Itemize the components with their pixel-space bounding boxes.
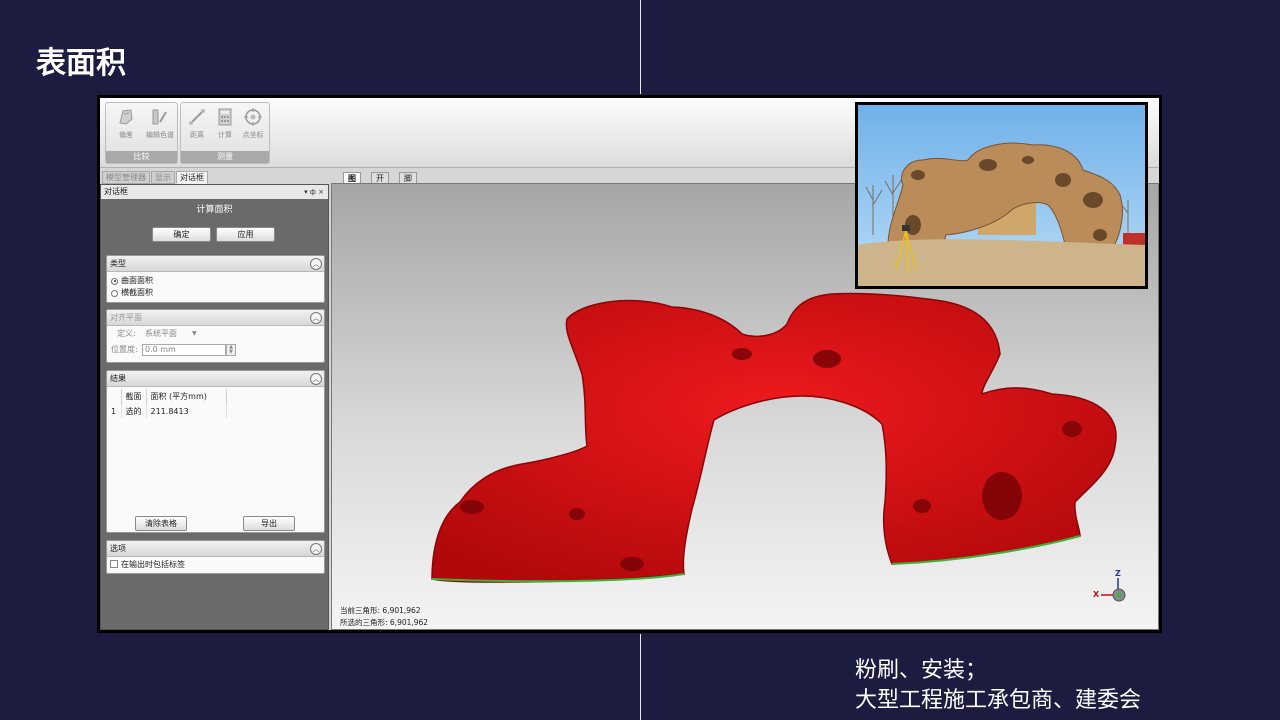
distance-label: 距离 [190,131,204,139]
dialog-panel-header: 对话框 ▾ ф × [101,185,328,199]
calc-area-title: 计算面积 [196,205,233,215]
collapse-icon[interactable]: ︿ [310,373,322,385]
close-icon[interactable]: × [318,188,324,196]
point-coordinate-button[interactable]: 点坐标 [235,106,271,140]
options-section-header[interactable]: 选项 ︿ [107,541,324,557]
define-label: 定义: [117,329,136,338]
dropdown-arrow-icon[interactable]: ▾ [304,188,308,196]
define-select[interactable]: 系统平面 [145,326,177,342]
column-header-section[interactable]: 截面 [121,389,147,404]
radio-unselected-icon[interactable] [111,289,118,297]
caption-line-2: 大型工程施工承包商、建委会 [855,688,1142,713]
deviation-button[interactable]: 偏差 [108,106,144,140]
type-section-title: 类型 [110,259,126,268]
position-label: 位置度: [111,345,138,354]
panel-controls: ▾ ф × [304,185,324,199]
selected-triangles-text: 所选的三角形: 6,901,962 [340,618,429,627]
include-labels-label: 在输出时包括标签 [121,560,185,569]
result-section-title: 结果 [110,374,126,383]
align-plane-section: 对齐平面 ︿ 定义: 系统平面 ▼ 位置度: 0.0 mm ▲ ▼ [106,309,325,363]
result-table: 截面 面积 (平方mm) 1 选的 211.8413 [107,389,227,418]
crosshair-icon [242,106,264,128]
table-row[interactable]: 1 选的 211.8413 [107,404,227,418]
panel-tab-bar: 模型管理器 显示 对话框 [100,170,330,184]
collapse-icon[interactable]: ︿ [310,312,322,324]
include-labels-row[interactable]: 在输出时包括标签 [107,557,324,572]
table-header-row: 截面 面积 (平方mm) [107,389,227,404]
slide-caption: 粉刷、安装； 大型工程施工承包商、建委会 [855,656,1141,716]
row-area: 211.8413 [146,404,227,418]
current-triangles-text: 当前三角形: 6,901,962 [340,606,421,615]
result-section: 结果 ︿ 截面 面积 (平方mm) 1 选的 211.8413 清除表格 导出 [106,370,325,533]
tab-display[interactable]: 显示 [151,171,175,184]
ribbon-group-compare: 偏差 编辑色谱 比较 [105,102,178,164]
options-section-title: 选项 [110,544,126,553]
clear-table-button[interactable]: 清除表格 [135,516,187,531]
deviation-label: 偏差 [119,131,133,139]
bottom-divider-line [640,634,641,720]
include-labels-checkbox[interactable] [110,560,118,568]
top-divider-line [640,0,641,94]
ruler-icon [186,106,208,128]
slide-title: 表面积 [36,46,126,81]
software-window: 偏差 编辑色谱 比较 距离 计算 点坐标 测量 模型管理器 显示 对话框 对话框… [97,95,1162,633]
position-input[interactable]: 0.0 mm [142,344,226,356]
rock-arch-photo [855,102,1148,289]
dialog-panel-title: 对话框 [104,187,128,196]
options-section: 选项 ︿ 在输出时包括标签 [106,540,325,574]
radio-surface-area[interactable]: 曲面面积 [107,275,324,287]
point-coordinate-label: 点坐标 [242,131,264,139]
calculate-label: 计算 [218,131,232,139]
radio-selected-icon[interactable] [111,277,118,285]
radio-cross-section-area[interactable]: 横截面积 [107,287,324,299]
color-spectrum-icon [149,106,171,128]
row-index: 1 [107,404,122,418]
row-section: 选的 [121,404,147,418]
ok-button[interactable]: 确定 [152,227,211,242]
radio-surface-area-label: 曲面面积 [121,276,153,285]
define-row: 定义: 系统平面 ▼ [107,326,324,342]
column-header-index [107,389,122,404]
tab-dialog[interactable]: 对话框 [176,171,208,184]
ribbon-group-measure: 距离 计算 点坐标 测量 [180,102,270,164]
edit-color-spectrum-button[interactable]: 编辑色谱 [142,106,178,140]
caption-line-1: 粉刷、安装； [855,658,988,683]
deviation-icon [115,106,137,128]
ribbon-group-compare-title: 比较 [106,151,177,163]
align-plane-header[interactable]: 对齐平面 ︿ [107,310,324,326]
calculator-icon [214,106,236,128]
ribbon-group-measure-title: 测量 [181,151,269,163]
position-row: 位置度: 0.0 mm ▲ ▼ [107,342,324,358]
type-section-header[interactable]: 类型 ︿ [107,256,324,272]
collapse-icon[interactable]: ︿ [310,543,322,555]
radio-cross-section-label: 横截面积 [121,288,153,297]
collapse-icon[interactable]: ︿ [310,258,322,270]
dialog-panel: 对话框 ▾ ф × 计算面积 确定 应用 类型 ︿ 曲面面积 横截面积 对齐平面… [100,184,329,630]
rock-arch-photo-image [858,105,1145,286]
apply-button[interactable]: 应用 [216,227,275,242]
type-section: 类型 ︿ 曲面面积 横截面积 [106,255,325,303]
align-plane-title: 对齐平面 [110,313,142,322]
column-header-area[interactable]: 面积 (平方mm) [146,389,227,404]
edit-color-spectrum-label: 编辑色谱 [146,131,174,139]
tab-model-manager[interactable]: 模型管理器 [102,171,150,184]
result-section-header[interactable]: 结果 ︿ [107,371,324,387]
axis-triad: Z X [1092,569,1136,609]
export-button[interactable]: 导出 [243,516,295,531]
spinner-icon[interactable]: ▲ ▼ [226,344,236,356]
axis-triad-icon [1101,578,1126,602]
pin-icon[interactable]: ф [310,188,316,196]
chevron-down-icon[interactable]: ▼ [192,326,197,342]
